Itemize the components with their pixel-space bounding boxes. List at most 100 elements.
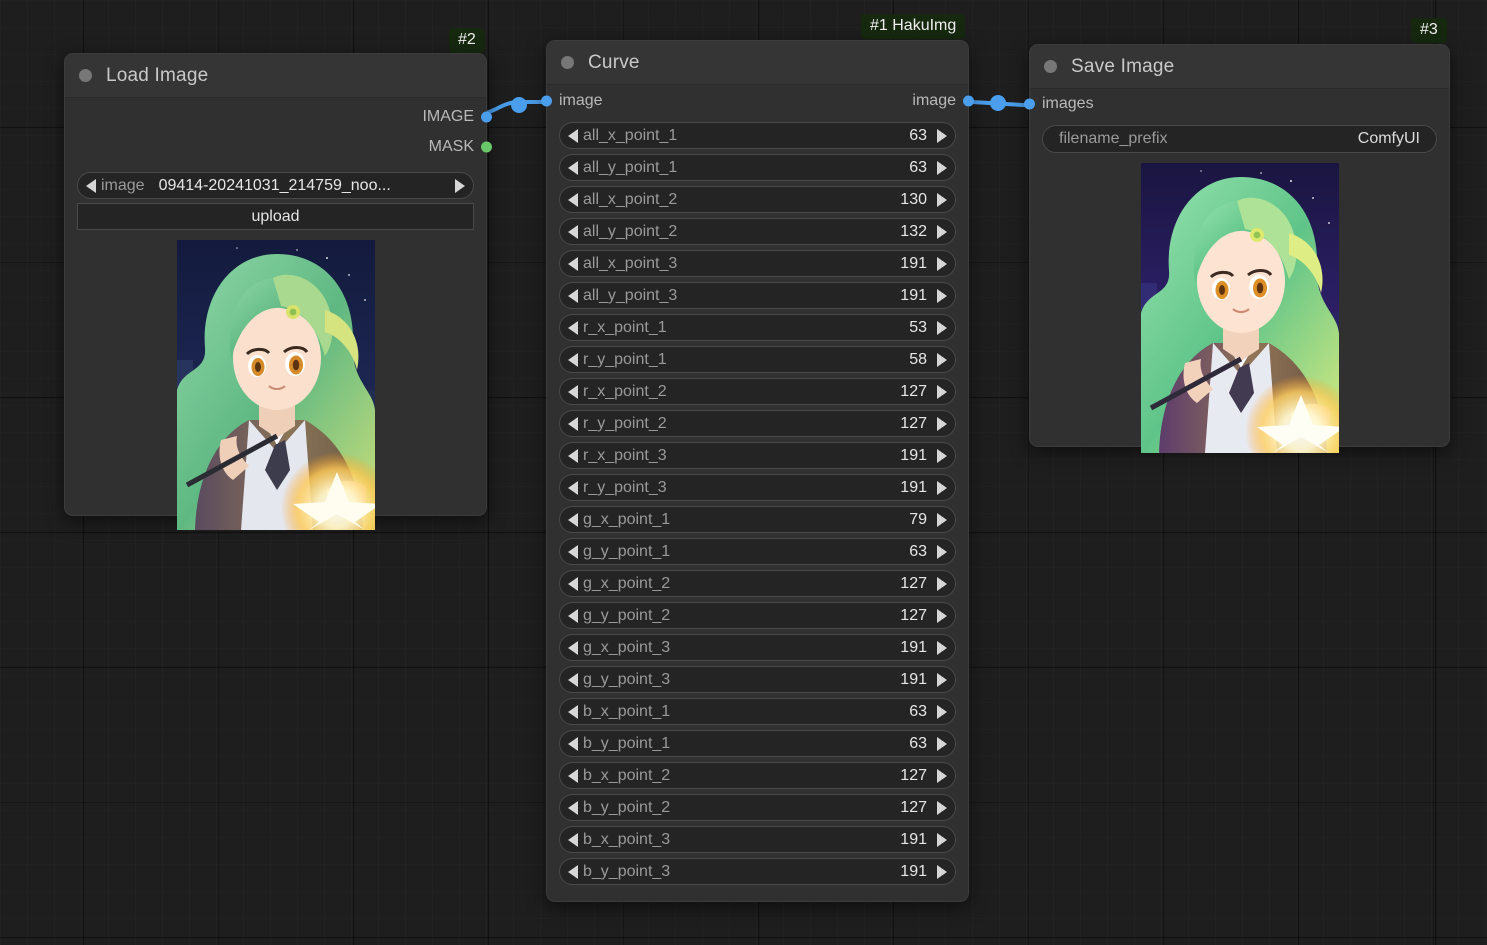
widget-all_y_point_2[interactable]: all_y_point_2 132 [559, 218, 956, 245]
chevron-right-icon[interactable] [937, 544, 947, 559]
chevron-left-icon[interactable] [568, 800, 578, 815]
chevron-right-icon[interactable] [937, 128, 947, 143]
node-header-save-image[interactable]: Save Image [1030, 45, 1449, 89]
chevron-left-icon[interactable] [568, 192, 578, 207]
widget-b_x_point_3[interactable]: b_x_point_3 191 [559, 826, 956, 853]
chevron-right-icon[interactable] [455, 178, 465, 193]
chevron-left-icon[interactable] [568, 128, 578, 143]
chevron-left-icon[interactable] [568, 384, 578, 399]
chevron-left-icon[interactable] [568, 512, 578, 527]
widget-g_x_point_3[interactable]: g_x_point_3 191 [559, 634, 956, 661]
chevron-right-icon[interactable] [937, 736, 947, 751]
widget-r_x_point_2[interactable]: r_x_point_2 127 [559, 378, 956, 405]
widget-r_y_point_3[interactable]: r_y_point_3 191 [559, 474, 956, 501]
widget-g_x_point_2[interactable]: g_x_point_2 127 [559, 570, 956, 597]
widget-r_x_point_1[interactable]: r_x_point_1 53 [559, 314, 956, 341]
chevron-left-icon[interactable] [568, 704, 578, 719]
chevron-right-icon[interactable] [937, 608, 947, 623]
widget-all_x_point_1[interactable]: all_x_point_1 63 [559, 122, 956, 149]
widget-b_x_point_2[interactable]: b_x_point_2 127 [559, 762, 956, 789]
widget-filename-prefix[interactable]: filename_prefix ComfyUI [1042, 125, 1437, 153]
widget-label-all_x_point_3: all_x_point_3 [583, 254, 678, 272]
chevron-left-icon[interactable] [568, 448, 578, 463]
node-title-curve: Curve [588, 51, 640, 73]
node-header-curve[interactable]: Curve [547, 41, 968, 85]
upload-button[interactable]: upload [77, 203, 474, 230]
node-save-image[interactable]: Save Image images filename_prefix ComfyU… [1024, 44, 1450, 453]
chevron-right-icon[interactable] [937, 160, 947, 175]
widget-all_x_point_3[interactable]: all_x_point_3 191 [559, 250, 956, 277]
widget-r_x_point_3[interactable]: r_x_point_3 191 [559, 442, 956, 469]
output-slot-mask[interactable]: MASK [77, 132, 492, 162]
chevron-left-icon[interactable] [568, 480, 578, 495]
widget-b_y_point_1[interactable]: b_y_point_1 63 [559, 730, 956, 757]
widget-g_y_point_1[interactable]: g_y_point_1 63 [559, 538, 956, 565]
widget-g_y_point_2[interactable]: g_y_point_2 127 [559, 602, 956, 629]
input-dot-image-icon[interactable] [541, 95, 552, 107]
widget-all_y_point_1[interactable]: all_y_point_1 63 [559, 154, 956, 181]
node-graph-canvas[interactable]: #2 Load Image IMAGE MASK image 09414-202… [0, 0, 1487, 945]
chevron-left-icon[interactable] [568, 672, 578, 687]
chevron-right-icon[interactable] [937, 576, 947, 591]
chevron-right-icon[interactable] [937, 384, 947, 399]
chevron-left-icon[interactable] [568, 352, 578, 367]
chevron-left-icon[interactable] [568, 736, 578, 751]
widget-all_y_point_3[interactable]: all_y_point_3 191 [559, 282, 956, 309]
chevron-left-icon[interactable] [568, 288, 578, 303]
chevron-right-icon[interactable] [937, 480, 947, 495]
chevron-left-icon[interactable] [86, 178, 96, 193]
chevron-right-icon[interactable] [937, 768, 947, 783]
chevron-left-icon[interactable] [568, 832, 578, 847]
collapse-icon[interactable] [79, 69, 92, 82]
chevron-right-icon[interactable] [937, 256, 947, 271]
chevron-right-icon[interactable] [937, 320, 947, 335]
widget-g_x_point_1[interactable]: g_x_point_1 79 [559, 506, 956, 533]
chevron-right-icon[interactable] [937, 672, 947, 687]
chevron-right-icon[interactable] [937, 704, 947, 719]
chevron-left-icon[interactable] [568, 160, 578, 175]
widget-all_x_point_2[interactable]: all_x_point_2 130 [559, 186, 956, 213]
output-dot-image-icon[interactable] [963, 95, 974, 107]
chevron-right-icon[interactable] [937, 192, 947, 207]
widget-b_y_point_3[interactable]: b_y_point_3 191 [559, 858, 956, 885]
chevron-right-icon[interactable] [937, 416, 947, 431]
collapse-icon[interactable] [561, 56, 574, 69]
chevron-left-icon[interactable] [568, 768, 578, 783]
widget-b_y_point_2[interactable]: b_y_point_2 127 [559, 794, 956, 821]
chevron-right-icon[interactable] [937, 864, 947, 879]
chevron-right-icon[interactable] [937, 352, 947, 367]
chevron-left-icon[interactable] [568, 320, 578, 335]
widget-label-image: image [101, 176, 145, 194]
widget-image-combo[interactable]: image 09414-20241031_214759_noo... [77, 172, 474, 199]
output-dot-image-icon[interactable] [481, 111, 492, 123]
chevron-left-icon[interactable] [568, 576, 578, 591]
collapse-icon[interactable] [1044, 60, 1057, 73]
chevron-left-icon[interactable] [568, 544, 578, 559]
chevron-left-icon[interactable] [568, 864, 578, 879]
chevron-left-icon[interactable] [568, 640, 578, 655]
node-header-load-image[interactable]: Load Image [65, 54, 486, 98]
input-dot-images-icon[interactable] [1024, 98, 1035, 110]
chevron-right-icon[interactable] [937, 512, 947, 527]
chevron-right-icon[interactable] [937, 224, 947, 239]
widget-g_y_point_3[interactable]: g_y_point_3 191 [559, 666, 956, 693]
image-preview-load[interactable] [176, 240, 375, 530]
input-slot-label-images: images [1042, 95, 1094, 112]
chevron-right-icon[interactable] [937, 800, 947, 815]
output-dot-mask-icon[interactable] [481, 141, 492, 153]
widget-r_y_point_1[interactable]: r_y_point_1 58 [559, 346, 956, 373]
chevron-left-icon[interactable] [568, 256, 578, 271]
chevron-right-icon[interactable] [937, 448, 947, 463]
output-slot-image[interactable]: IMAGE [77, 102, 492, 132]
chevron-left-icon[interactable] [568, 416, 578, 431]
node-load-image[interactable]: Load Image IMAGE MASK image 09414-202410… [64, 53, 492, 530]
chevron-right-icon[interactable] [937, 640, 947, 655]
node-curve[interactable]: Curve image image all_x_point_1 63 all_y_p… [541, 40, 974, 902]
widget-r_y_point_2[interactable]: r_y_point_2 127 [559, 410, 956, 437]
image-preview-save[interactable] [1140, 163, 1339, 453]
widget-b_x_point_1[interactable]: b_x_point_1 63 [559, 698, 956, 725]
chevron-right-icon[interactable] [937, 832, 947, 847]
chevron-left-icon[interactable] [568, 224, 578, 239]
chevron-left-icon[interactable] [568, 608, 578, 623]
chevron-right-icon[interactable] [937, 288, 947, 303]
